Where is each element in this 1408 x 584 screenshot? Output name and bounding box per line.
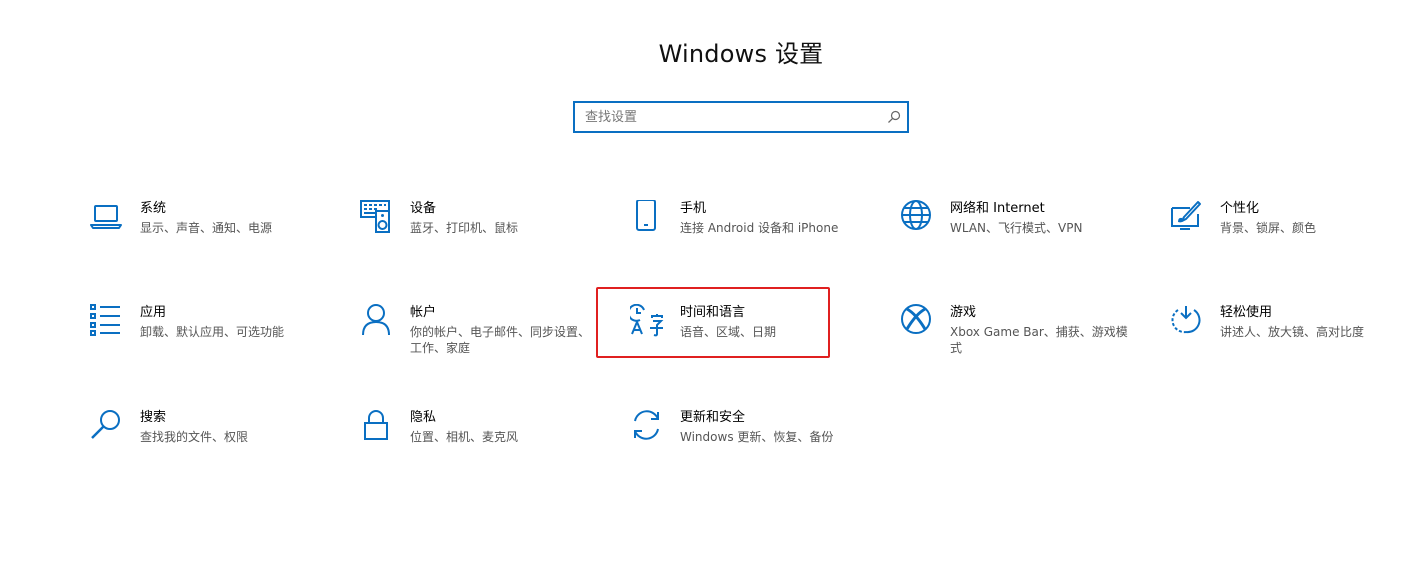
- tile-title: 应用: [140, 305, 167, 320]
- tile-title: 网络和 Internet: [950, 201, 1045, 216]
- tile-title: 手机: [680, 201, 707, 216]
- tile-desc: WLAN、飞行模式、VPN: [950, 221, 1083, 235]
- tile-privacy[interactable]: 隐私 位置、相机、麦克风: [360, 409, 600, 479]
- tile-phone[interactable]: 手机 连接 Android 设备和 iPhone: [630, 200, 870, 270]
- search-box[interactable]: [573, 101, 909, 133]
- page-title: Windows 设置: [658, 40, 824, 68]
- search-icon[interactable]: [887, 110, 901, 124]
- tile-title: 帐户: [410, 305, 437, 320]
- tile-desc: 背景、锁屏、颜色: [1220, 221, 1317, 235]
- app-list-icon: [90, 304, 124, 338]
- tile-title: 设备: [410, 201, 437, 216]
- tile-title: 更新和安全: [680, 410, 746, 425]
- tile-accounts[interactable]: 帐户 你的帐户、电子邮件、同步设置、工作、家庭: [360, 304, 600, 374]
- tile-desc: 卸载、默认应用、可选功能: [140, 325, 285, 339]
- tile-title: 轻松使用: [1220, 305, 1273, 320]
- paint-brush-icon: [1170, 200, 1204, 234]
- tile-search[interactable]: 搜索 查找我的文件、权限: [90, 409, 330, 479]
- tile-desc: 你的帐户、电子邮件、同步设置、工作、家庭: [410, 325, 591, 355]
- tile-system[interactable]: 系统 显示、声音、通知、电源: [90, 200, 330, 270]
- globe-icon: [900, 200, 934, 234]
- laptop-icon: [90, 200, 124, 234]
- tile-gaming[interactable]: 游戏 Xbox Game Bar、捕获、游戏模式: [900, 304, 1140, 374]
- tile-title: 搜索: [140, 410, 167, 425]
- tile-desc: 讲述人、放大镜、高对比度: [1220, 325, 1365, 339]
- xbox-icon: [900, 304, 934, 338]
- time-language-icon: [630, 304, 664, 338]
- tile-desc: 语音、区域、日期: [680, 325, 777, 339]
- tile-time-language[interactable]: 时间和语言 语音、区域、日期: [630, 304, 870, 374]
- tile-title: 个性化: [1220, 201, 1260, 216]
- tile-title: 时间和语言: [680, 305, 746, 320]
- phone-icon: [630, 200, 664, 234]
- tile-apps[interactable]: 应用 卸载、默认应用、可选功能: [90, 304, 330, 374]
- tile-network[interactable]: 网络和 Internet WLAN、飞行模式、VPN: [900, 200, 1140, 270]
- tile-desc: Windows 更新、恢复、备份: [680, 430, 834, 444]
- sync-icon: [630, 409, 664, 443]
- lock-icon: [360, 409, 394, 443]
- tile-update-security[interactable]: 更新和安全 Windows 更新、恢复、备份: [630, 409, 870, 479]
- magnifier-icon: [90, 409, 124, 443]
- tile-desc: 显示、声音、通知、电源: [140, 221, 273, 235]
- ease-of-access-icon: [1170, 304, 1204, 338]
- tile-ease-of-access[interactable]: 轻松使用 讲述人、放大镜、高对比度: [1170, 304, 1408, 374]
- tile-personalization[interactable]: 个性化 背景、锁屏、颜色: [1170, 200, 1408, 270]
- tile-title: 系统: [140, 201, 167, 216]
- person-icon: [360, 304, 394, 338]
- tile-desc: 查找我的文件、权限: [140, 430, 249, 444]
- keyboard-speaker-icon: [360, 200, 394, 234]
- tile-desc: 蓝牙、打印机、鼠标: [410, 221, 519, 235]
- tile-title: 隐私: [410, 410, 437, 425]
- search-input[interactable]: [575, 103, 875, 131]
- tile-title: 游戏: [950, 305, 977, 320]
- tile-desc: 位置、相机、麦克风: [410, 430, 519, 444]
- tile-devices[interactable]: 设备 蓝牙、打印机、鼠标: [360, 200, 600, 270]
- tile-desc: Xbox Game Bar、捕获、游戏模式: [950, 325, 1128, 355]
- tile-desc: 连接 Android 设备和 iPhone: [680, 221, 839, 235]
